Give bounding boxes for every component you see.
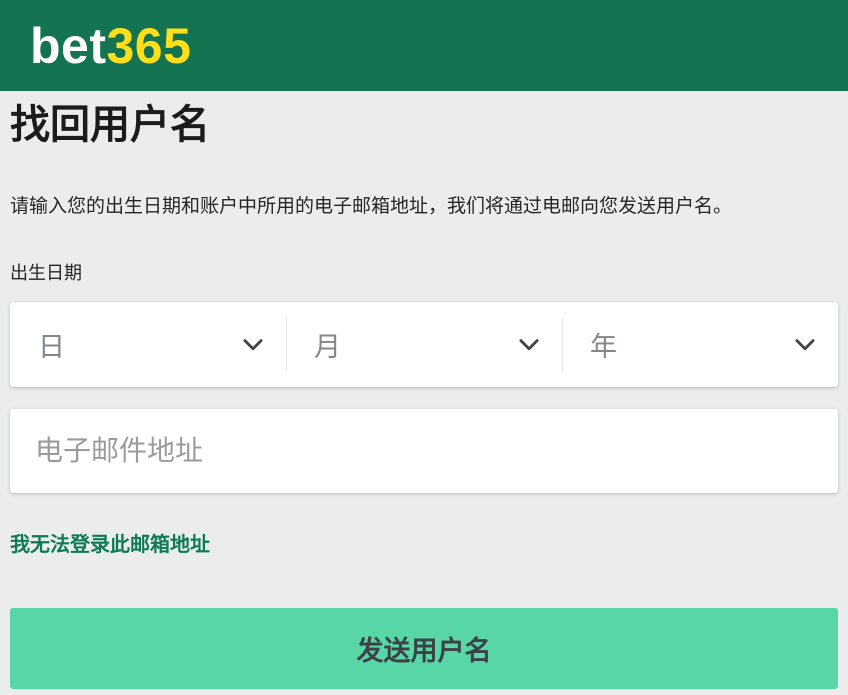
page-title: 找回用户名 [10,101,838,149]
app-header: bet365 [0,0,848,91]
instructions-text: 请输入您的出生日期和账户中所用的电子邮箱地址，我们将通过电邮向您发送用户名。 [10,193,838,221]
chevron-down-icon [516,332,542,358]
email-input[interactable] [10,409,838,493]
logo-text-365: 365 [107,18,192,74]
email-field-container [10,409,838,493]
year-select-value: 年 [590,325,617,364]
date-of-birth-label: 出生日期 [10,261,838,286]
logo-text-bet: bet [30,18,107,74]
year-select[interactable]: 年 [562,302,838,387]
chevron-down-icon [240,332,266,358]
month-select-value: 月 [314,325,341,364]
send-username-button[interactable]: 发送用户名 [10,608,838,689]
day-select[interactable]: 日 [10,302,286,387]
month-select[interactable]: 月 [286,302,562,387]
cannot-access-email-link[interactable]: 我无法登录此邮箱地址 [10,531,210,559]
bet365-logo[interactable]: bet365 [30,21,191,71]
date-of-birth-selects: 日 月 年 [10,302,838,387]
main-content: 找回用户名 请输入您的出生日期和账户中所用的电子邮箱地址，我们将通过电邮向您发送… [0,101,848,689]
chevron-down-icon [792,332,818,358]
day-select-value: 日 [38,325,65,364]
